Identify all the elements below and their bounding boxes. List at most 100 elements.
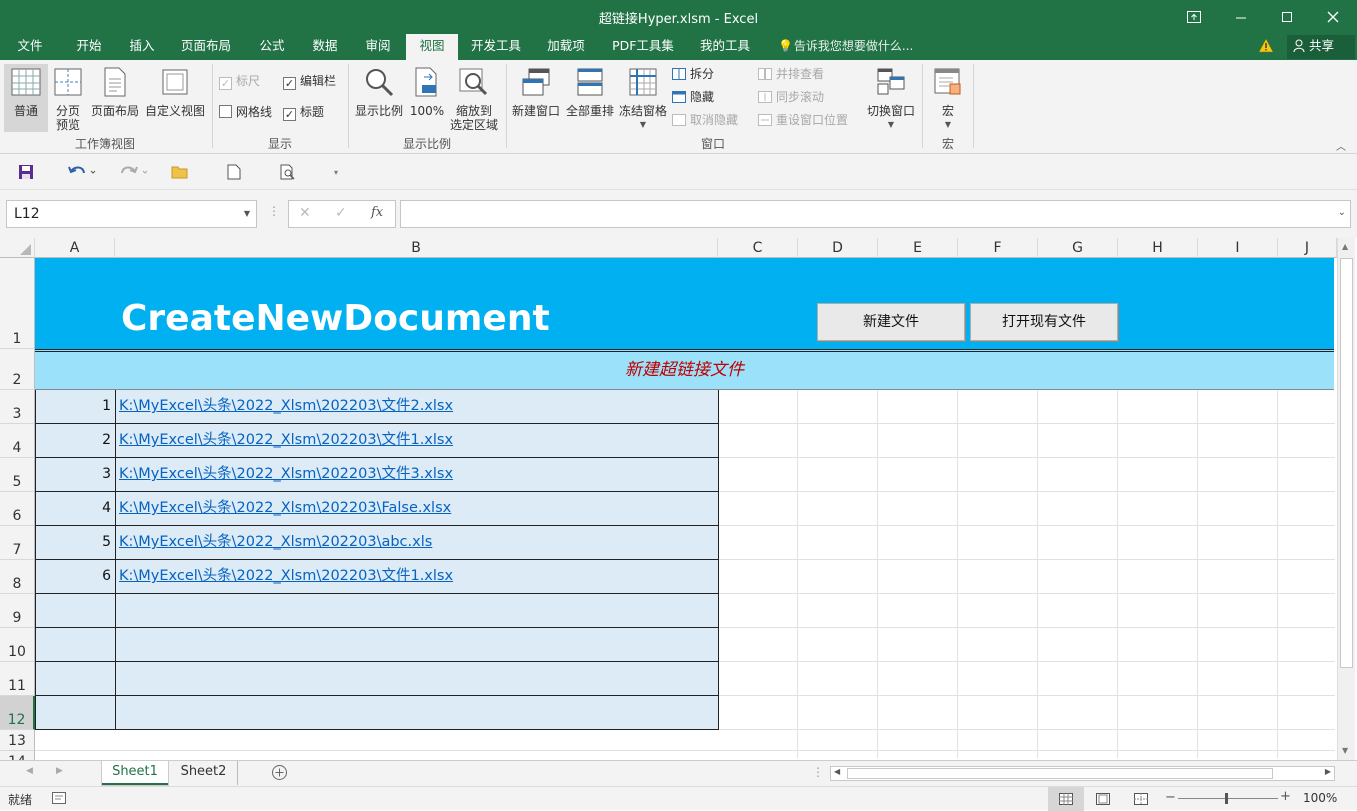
empty-cell[interactable] [116, 594, 719, 628]
vertical-scrollbar[interactable]: ▲ ▼ [1337, 238, 1355, 760]
row-header-13[interactable]: 13 [0, 730, 35, 751]
tab-insert[interactable]: 插入 [118, 34, 166, 60]
scroll-up-icon[interactable]: ▲ [1342, 242, 1348, 251]
page-break-preview-button[interactable]: 分页 预览 [50, 67, 86, 132]
empty-cell[interactable] [36, 662, 116, 696]
warning-icon[interactable] [1258, 38, 1274, 54]
new-file-button[interactable]: 新建文件 [817, 303, 965, 341]
prev-sheet-icon[interactable]: ◀ [26, 766, 33, 776]
unhide-button[interactable]: 取消隐藏 [672, 111, 738, 129]
hyperlink-cell[interactable]: K:\MyExcel\头条\2022_Xlsm\202203\文件2.xlsx [116, 390, 719, 424]
empty-cell[interactable] [116, 696, 719, 730]
sync-scroll-button[interactable]: 同步滚动 [758, 88, 824, 106]
tab-data[interactable]: 数据 [302, 34, 348, 60]
column-header-j[interactable]: J [1278, 238, 1337, 258]
column-header-e[interactable]: E [878, 238, 958, 258]
zoom-level[interactable]: 100% [1303, 791, 1337, 805]
row-header-10[interactable]: 10 [0, 628, 35, 662]
row-header-3[interactable]: 3 [0, 390, 35, 424]
switch-windows-button[interactable]: 切换窗口 ▼ [863, 67, 919, 132]
hyperlink-cell[interactable]: K:\MyExcel\头条\2022_Xlsm\202203\abc.xls [116, 526, 719, 560]
hide-button[interactable]: 隐藏 [672, 88, 714, 106]
zoom-out-icon[interactable]: − [1165, 790, 1176, 805]
column-header-b[interactable]: B [115, 238, 718, 258]
horizontal-scrollbar[interactable]: ◀ ▶ [830, 766, 1335, 781]
empty-cell[interactable] [116, 628, 719, 662]
minimize-icon[interactable] [1218, 0, 1264, 34]
row-header-8[interactable]: 8 [0, 560, 35, 594]
row-header-2[interactable]: 2 [0, 349, 35, 390]
drag-handle-icon[interactable]: ⋮ [268, 204, 280, 218]
column-header-h[interactable]: H [1118, 238, 1198, 258]
close-icon[interactable] [1310, 0, 1356, 34]
custom-views-button[interactable]: 自定义视图 [143, 67, 207, 118]
empty-cell[interactable] [36, 696, 116, 730]
page-layout-view-button[interactable]: 页面布局 [88, 67, 142, 118]
macro-record-icon[interactable] [52, 792, 66, 807]
normal-view-button[interactable]: 普通 [4, 64, 48, 132]
freeze-panes-button[interactable]: 冻结窗格 ▼ [616, 67, 670, 132]
enter-icon[interactable]: ✓ [335, 205, 347, 221]
formula-bar-checkbox[interactable]: ✓ 编辑栏 [283, 72, 336, 90]
row-header-6[interactable]: 6 [0, 492, 35, 526]
hyperlink-cell[interactable]: K:\MyExcel\头条\2022_Xlsm\202203\False.xls… [116, 492, 719, 526]
tab-addins[interactable]: 加载项 [536, 34, 596, 60]
tab-review[interactable]: 审阅 [354, 34, 402, 60]
cancel-icon[interactable]: ✕ [299, 205, 311, 221]
open-folder-icon[interactable] [170, 162, 190, 182]
column-header-d[interactable]: D [798, 238, 878, 258]
empty-cell[interactable] [36, 594, 116, 628]
table-row-index[interactable]: 5 [36, 526, 116, 560]
macros-button[interactable]: 宏 ▼ [926, 67, 970, 132]
tab-file[interactable]: 文件 [8, 34, 52, 60]
tab-view[interactable]: 视图 [406, 34, 458, 60]
insert-function-icon[interactable]: fx [371, 205, 383, 220]
scroll-left-icon[interactable]: ◀ [834, 767, 840, 776]
gridlines-checkbox[interactable]: 网格线 [219, 103, 272, 121]
select-all-corner[interactable] [0, 238, 35, 258]
tab-formulas[interactable]: 公式 [246, 34, 298, 60]
worksheet-grid[interactable]: A B C D E F G H I J 1 2 3 4 5 6 7 8 9 10… [0, 238, 1357, 760]
hyperlink-cell[interactable]: K:\MyExcel\头条\2022_Xlsm\202203\文件1.xlsx [116, 424, 719, 458]
share-button[interactable]: 共享 [1287, 35, 1355, 59]
name-box[interactable]: L12 ▼ [6, 200, 257, 228]
row-header-12[interactable]: 12 [0, 696, 35, 730]
row-header-11[interactable]: 11 [0, 662, 35, 696]
new-document-icon[interactable] [224, 162, 244, 182]
split-button[interactable]: 拆分 [672, 65, 714, 83]
table-row-index[interactable]: 6 [36, 560, 116, 594]
column-header-f[interactable]: F [958, 238, 1038, 258]
scroll-right-icon[interactable]: ▶ [1325, 767, 1331, 776]
column-header-g[interactable]: G [1038, 238, 1118, 258]
zoom-button[interactable]: 显示比例 [352, 67, 406, 118]
zoom-100-button[interactable]: 100% [408, 67, 446, 118]
tab-developer[interactable]: 开发工具 [462, 34, 530, 60]
zoom-in-icon[interactable]: + [1280, 789, 1291, 804]
scroll-thumb[interactable] [1340, 258, 1353, 668]
customize-qat-icon[interactable]: ▾ [326, 162, 346, 182]
page-layout-status-icon[interactable] [1096, 793, 1110, 808]
tab-split-handle-icon[interactable]: ⋮ [812, 765, 824, 779]
table-row-index[interactable]: 3 [36, 458, 116, 492]
chevron-down-icon[interactable]: ▼ [244, 201, 250, 227]
row-header-4[interactable]: 4 [0, 424, 35, 458]
zoom-to-selection-button[interactable]: 缩放到 选定区域 [448, 67, 500, 132]
arrange-all-button[interactable]: 全部重排 [563, 67, 617, 118]
tab-my-tools[interactable]: 我的工具 [690, 34, 760, 60]
table-row-index[interactable]: 4 [36, 492, 116, 526]
hyperlink-cell[interactable]: K:\MyExcel\头条\2022_Xlsm\202203\文件1.xlsx [116, 560, 719, 594]
maximize-icon[interactable] [1264, 0, 1310, 34]
expand-formula-bar-icon[interactable]: ⌄ [1338, 207, 1346, 218]
new-window-button[interactable]: 新建窗口 [509, 67, 563, 118]
add-sheet-icon[interactable] [271, 764, 288, 784]
undo-icon[interactable] [64, 162, 100, 182]
page-break-status-icon[interactable] [1134, 793, 1148, 808]
redo-icon[interactable] [116, 162, 152, 182]
row-header-14[interactable]: 14 [0, 751, 35, 760]
ribbon-display-options-icon[interactable] [1171, 0, 1217, 34]
tab-page-layout[interactable]: 页面布局 [172, 34, 240, 60]
tab-pdf-tools[interactable]: PDF工具集 [604, 34, 682, 60]
open-existing-file-button[interactable]: 打开现有文件 [970, 303, 1118, 341]
row-header-7[interactable]: 7 [0, 526, 35, 560]
row-header-5[interactable]: 5 [0, 458, 35, 492]
